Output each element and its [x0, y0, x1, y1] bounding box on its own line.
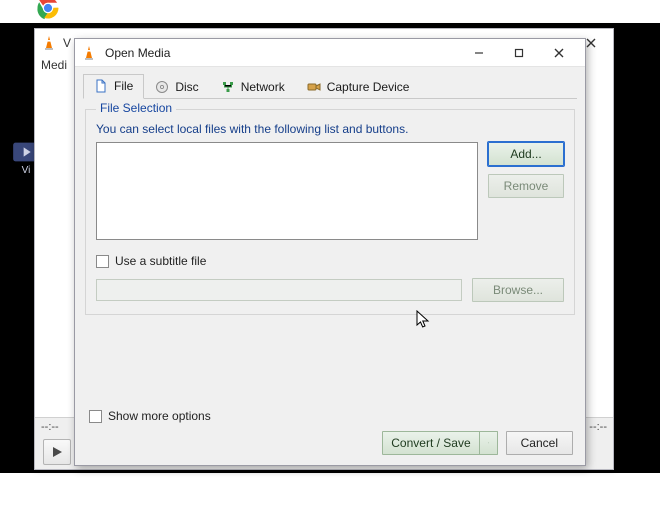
checkbox-box: [89, 410, 102, 423]
vlc-cone-icon: [81, 45, 97, 61]
cancel-label: Cancel: [521, 436, 558, 450]
use-subtitle-label: Use a subtitle file: [115, 254, 206, 268]
time-elapsed: --:--: [41, 421, 59, 433]
close-icon: [553, 47, 565, 59]
browse-label: Browse...: [493, 283, 543, 297]
dialog-title: Open Media: [105, 46, 170, 60]
remove-button[interactable]: Remove: [488, 174, 564, 198]
add-button-label: Add...: [510, 147, 541, 161]
disc-icon: [155, 80, 169, 94]
media-source-tabs: File Disc Network Capture Device: [83, 73, 577, 99]
file-icon: [94, 79, 108, 93]
time-remaining: --:--: [589, 421, 607, 433]
vlc-window-title: V: [63, 36, 71, 50]
desktop-item-label: Vi: [22, 165, 31, 176]
tab-network[interactable]: Network: [210, 75, 296, 99]
convert-save-split-button[interactable]: Convert / Save: [382, 431, 497, 455]
tab-file-label: File: [114, 79, 133, 93]
subtitle-path-input: [96, 279, 462, 301]
chevron-down-icon: [488, 439, 489, 447]
vlc-menu-media[interactable]: Medi: [41, 58, 67, 72]
convert-save-dropdown[interactable]: [480, 431, 498, 455]
tab-capture-label: Capture Device: [327, 80, 410, 94]
tab-disc-label: Disc: [175, 80, 198, 94]
remove-button-label: Remove: [504, 179, 549, 193]
tab-disc[interactable]: Disc: [144, 75, 209, 99]
browse-subtitle-button: Browse...: [472, 278, 564, 302]
close-button[interactable]: [539, 39, 579, 67]
tab-file[interactable]: File: [83, 74, 144, 99]
use-subtitle-checkbox[interactable]: Use a subtitle file: [96, 254, 564, 268]
network-icon: [221, 80, 235, 94]
dialog-titlebar[interactable]: Open Media: [75, 39, 585, 67]
capture-icon: [307, 80, 321, 94]
cancel-button[interactable]: Cancel: [506, 431, 573, 455]
show-more-label: Show more options: [108, 409, 211, 423]
play-icon: [51, 446, 63, 458]
minimize-button[interactable]: [459, 39, 499, 67]
file-list[interactable]: [96, 142, 478, 240]
close-icon: [585, 37, 597, 49]
open-media-dialog: Open Media File Disc Ne: [74, 38, 586, 466]
tab-network-label: Network: [241, 80, 285, 94]
maximize-icon: [513, 47, 525, 59]
play-button[interactable]: [43, 439, 71, 465]
file-selection-legend: File Selection: [96, 101, 176, 115]
file-selection-hint: You can select local files with the foll…: [96, 122, 564, 136]
file-selection-group: File Selection You can select local file…: [85, 109, 575, 315]
dialog-footer: Convert / Save Cancel: [382, 431, 573, 455]
maximize-button[interactable]: [499, 39, 539, 67]
checkbox-box: [96, 255, 109, 268]
convert-save-button[interactable]: Convert / Save: [382, 431, 479, 455]
tab-capture[interactable]: Capture Device: [296, 75, 421, 99]
add-button[interactable]: Add...: [488, 142, 564, 166]
minimize-icon: [473, 47, 485, 59]
show-more-options-checkbox[interactable]: Show more options: [89, 409, 211, 423]
convert-save-label: Convert / Save: [391, 436, 470, 450]
chrome-desktop-icon[interactable]: [34, 0, 62, 22]
vlc-cone-icon: [41, 35, 57, 51]
